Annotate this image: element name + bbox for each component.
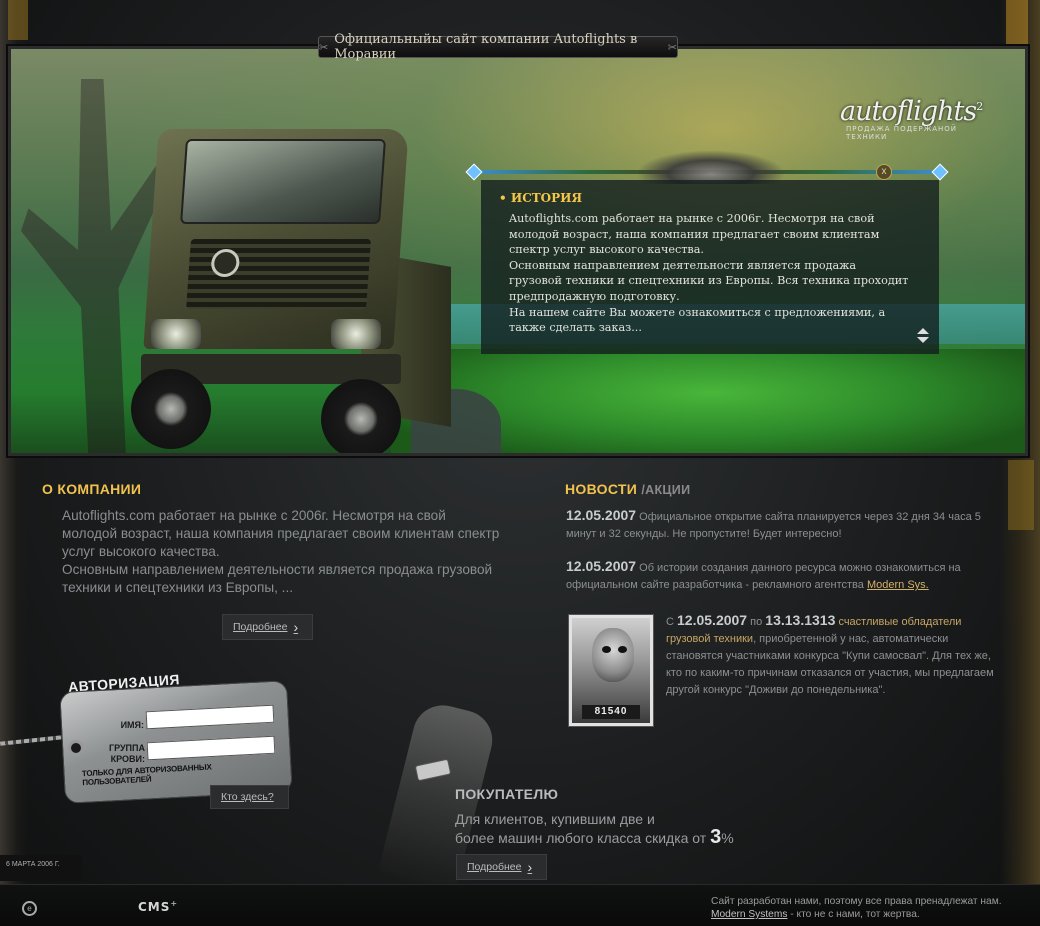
blood-label-2: КРОВИ:	[110, 754, 145, 764]
buyer-title: ПОКУПАТЕЛЮ	[455, 786, 559, 802]
buyer-text-2-line: более машин любого класса скидка от 3%	[455, 826, 785, 848]
cms-logo-text: CMS	[138, 900, 171, 914]
about-text: Autoflights.com работает на рынке с 2006…	[62, 507, 502, 597]
news-item: 12.05.2007 Об истории создания данного р…	[566, 558, 1006, 594]
truck-image	[131, 129, 451, 453]
cms-logo-sup: +	[170, 899, 179, 908]
ornament-right-icon: ✂	[667, 40, 677, 54]
history-text-2: Основным направлением деятельности являе…	[509, 258, 909, 303]
wings-emblem-icon	[636, 150, 786, 184]
photo-number: 81540	[582, 705, 640, 719]
promo-prefix: С	[666, 616, 674, 628]
history-title: ИСТОРИЯ	[499, 191, 911, 205]
buyer-more-label: Подробнее	[467, 861, 522, 873]
footer-copy-line-2: Modern Systems - кто не с нами, тот жерт…	[711, 908, 1031, 921]
buyer-percent: %	[721, 830, 734, 846]
diamond-icon	[931, 163, 949, 181]
buyer-text: Для клиентов, купившим две и более машин…	[455, 810, 785, 847]
dog-tag-hole	[68, 740, 84, 756]
blood-label: ГРУППА КРОВИ:	[88, 743, 145, 765]
news-title: НОВОСТИ /АКЦИИ	[565, 481, 690, 497]
truck-headlight-right	[331, 319, 381, 349]
who-is-here-button[interactable]: Кто здесь?	[210, 785, 289, 809]
footer-link-modern-systems[interactable]: Modern Systems	[711, 909, 787, 920]
site-logo[interactable]: autoflights2 ПРОДАЖА ПОДЕРЖАНОЙ ТЕХНИКИ	[840, 96, 1000, 141]
buyer-text-2: более машин любого класса скидка от	[455, 830, 707, 846]
truck-cab	[143, 129, 409, 349]
truck-grille	[186, 239, 371, 309]
promo-text: С 12.05.2007 по 13.13.1313 счастливые об…	[666, 612, 996, 699]
buyer-text-1: Для клиентов, купившим две и	[455, 811, 655, 827]
photo-eye	[618, 646, 627, 653]
name-label: ИМЯ:	[120, 720, 144, 730]
right-stripe-decoration-lower	[1008, 460, 1034, 530]
footer-copy-2: - кто не с нами, тот жертва.	[790, 909, 920, 920]
news-title-main: НОВОСТИ	[565, 481, 638, 497]
about-title: О КОМПАНИИ	[42, 481, 142, 497]
scroll-up-icon[interactable]	[917, 328, 929, 334]
history-scroller[interactable]	[917, 328, 929, 346]
winner-photo: 81540	[568, 614, 654, 727]
news-date: 12.05.2007	[566, 558, 637, 574]
news-link-modern-sys[interactable]: Modern Sys.	[867, 579, 929, 591]
promo-date-to: 13.13.1313	[765, 612, 836, 628]
about-more-button[interactable]: Подробнее ›	[222, 614, 314, 640]
news-title-sub[interactable]: /АКЦИИ	[641, 483, 690, 497]
footer-copyright: Сайт разработан нами, поэтому все права …	[711, 895, 1031, 921]
cms-logo[interactable]: CMS+	[138, 899, 178, 914]
blood-label-1: ГРУППА	[108, 743, 145, 753]
right-stripe-decoration	[1006, 0, 1028, 50]
logo-wordmark: autoflights2	[840, 96, 983, 127]
buyer-discount: 3	[710, 826, 722, 848]
promo-date-from: 12.05.2007	[677, 612, 748, 628]
who-is-here-label: Кто здесь?	[221, 791, 274, 803]
logo-tagline: ПРОДАЖА ПОДЕРЖАНОЙ ТЕХНИКИ	[846, 125, 958, 141]
truck-wheel-front	[131, 369, 211, 449]
banner-title: Официальныйы сайт компании Autoflights в…	[334, 32, 638, 62]
ornament-left-icon: ✂	[319, 40, 329, 54]
news-date: 12.05.2007	[566, 507, 637, 523]
history-text-1: Autoflights.com работает на рынке с 2006…	[509, 212, 880, 257]
about-text-1: Autoflights.com работает на рынке с 2006…	[62, 508, 500, 559]
footer-logo-icon[interactable]: e	[22, 901, 37, 916]
banner-title-plaque: ✂ Официальныйы сайт компании Autoflights…	[318, 32, 678, 62]
history-panel: ИСТОРИЯ Autoflights.com работает на рынк…	[481, 180, 939, 354]
footer-copy-1: Сайт разработан нами, поэтому все права …	[711, 896, 1002, 907]
about-more-label: Подробнее	[233, 621, 288, 633]
left-stripe-decoration	[8, 0, 28, 40]
close-icon[interactable]: x	[876, 164, 892, 180]
history-text-3: На нашем сайте Вы можете ознакомиться с …	[509, 305, 886, 335]
photo-face	[592, 628, 634, 682]
chevron-right-icon: ›	[293, 619, 299, 635]
buyer-more-button[interactable]: Подробнее ›	[456, 854, 548, 880]
about-text-2: Основным направлением деятельности являе…	[62, 562, 493, 595]
truck-windshield	[180, 139, 386, 224]
date-stamp: 6 МАРТА 2006 Г.	[0, 855, 82, 881]
news-item: 12.05.2007 Официальное открытие сайта пл…	[566, 507, 1006, 543]
scroll-down-icon[interactable]	[917, 337, 929, 343]
truck-headlight-left	[151, 319, 201, 349]
chevron-right-icon: ›	[527, 859, 533, 875]
promo-mid: по	[750, 616, 763, 628]
truck-wheel-rear	[321, 379, 401, 453]
diamond-icon	[465, 163, 483, 181]
photo-eye	[602, 646, 611, 653]
